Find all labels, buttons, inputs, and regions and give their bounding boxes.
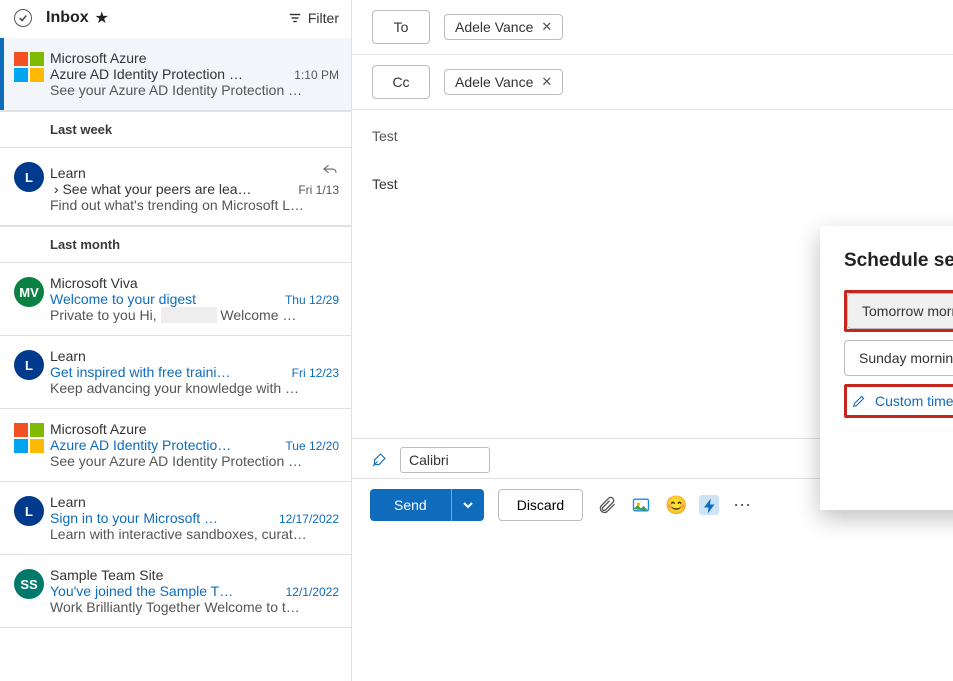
sender-name: Sample Team Site [50,567,339,583]
insert-picture-icon[interactable] [631,495,651,515]
sender-avatar [14,52,44,82]
recipient-name: Adele Vance [455,74,533,90]
recipient-chip[interactable]: Adele Vance ✕ [444,14,563,40]
message-item[interactable]: L Learn Get inspired with free traini… Fr… [0,336,351,409]
message-date: 1:10 PM [294,68,339,82]
message-preview: Find out what's trending on Microsoft L… [50,197,339,213]
section-last-week: Last week [0,111,351,148]
send-options-button[interactable] [451,489,484,521]
option-label: Sunday morning [859,350,953,366]
select-all-toggle[interactable] [14,9,32,27]
sender-name: Learn [50,494,339,510]
sender-name: Learn [50,165,321,181]
subject-field[interactable]: Test [352,110,953,150]
message-date: 12/17/2022 [279,512,339,526]
message-item[interactable]: L Learn › See what your peers are lea… Fr… [0,148,351,226]
message-item[interactable]: SS Sample Team Site You've joined the Sa… [0,555,351,628]
sender-name: Microsoft Viva [50,275,339,291]
message-body[interactable]: Test [352,150,953,218]
message-item[interactable]: MV Microsoft Viva Welcome to your digest… [0,263,351,336]
schedule-option-sunday[interactable]: Sunday morning Sun 8:00 AM [844,340,953,376]
sender-avatar: L [14,162,44,192]
replied-icon [321,160,339,178]
folder-name: Inbox [46,9,89,27]
message-subject: Azure AD Identity Protection … [50,66,286,82]
schedule-option-tomorrow[interactable]: Tomorrow morning Wed 8:00 AM [847,293,953,329]
message-preview: Learn with interactive sandboxes, curat… [50,526,339,542]
sender-avatar: SS [14,569,44,599]
sender-avatar: L [14,350,44,380]
message-preview: Work Brilliantly Together Welcome to t… [50,599,339,615]
message-item[interactable]: Microsoft Azure Azure AD Identity Protec… [0,38,351,111]
discard-button[interactable]: Discard [498,489,583,521]
message-item[interactable]: L Learn Sign in to your Microsoft … 12/17… [0,482,351,555]
message-date: Fri 1/13 [298,183,339,197]
message-date: 12/1/2022 [286,585,339,599]
quick-actions-icon[interactable] [699,495,719,515]
message-date: Fri 12/23 [292,366,339,380]
highlight-box: Tomorrow morning Wed 8:00 AM [844,290,953,332]
message-subject: › See what your peers are lea… [50,181,290,197]
more-actions-icon[interactable]: ⋯ [733,495,753,515]
sender-name: Microsoft Azure [50,421,339,437]
remove-chip-icon[interactable]: ✕ [541,74,552,90]
recipient-chip[interactable]: Adele Vance ✕ [444,69,563,95]
folder-header: Inbox ★ Filter [0,0,351,38]
message-subject: Get inspired with free traini… [50,364,284,380]
message-subject: Welcome to your digest [50,291,277,307]
selection-bar [0,38,4,110]
font-selector[interactable]: Calibri [400,447,490,473]
sender-avatar [14,423,44,453]
to-row: To Adele Vance ✕ [352,0,953,55]
message-preview: See your Azure AD Identity Protection … [50,453,339,469]
message-preview: See your Azure AD Identity Protection … [50,82,339,98]
sender-avatar: L [14,496,44,526]
message-item[interactable]: Microsoft Azure Azure AD Identity Protec… [0,409,351,482]
section-last-month: Last month [0,226,351,263]
favorite-star-icon[interactable]: ★ [95,8,109,28]
message-preview: Keep advancing your knowledge with … [50,380,339,396]
custom-time-label: Custom time [875,393,953,409]
message-subject: You've joined the Sample T… [50,583,278,599]
sender-name: Microsoft Azure [50,50,339,66]
custom-time-button[interactable]: Custom time [849,389,953,413]
recipient-name: Adele Vance [455,19,533,35]
cc-button[interactable]: Cc [372,65,430,99]
sender-name: Learn [50,348,339,364]
remove-chip-icon[interactable]: ✕ [541,19,552,35]
option-label: Tomorrow morning [862,303,953,319]
cc-row: Cc Adele Vance ✕ [352,55,953,110]
message-subject: Azure AD Identity Protectio… [50,437,277,453]
dialog-title: Schedule send [844,250,953,272]
message-subject: Sign in to your Microsoft … [50,510,271,526]
message-date: Tue 12/20 [285,439,339,453]
compose-pane: To Adele Vance ✕ Cc Adele Vance ✕ Test T… [352,0,953,681]
attach-icon[interactable] [597,495,617,515]
clear-formatting-icon[interactable] [370,451,388,469]
to-button[interactable]: To [372,10,430,44]
filter-label: Filter [308,10,339,26]
highlight-box: Custom time [844,384,953,418]
send-split-button: Send [370,489,484,521]
send-button[interactable]: Send [370,489,451,521]
filter-button[interactable]: Filter [288,10,339,26]
sender-avatar: MV [14,277,44,307]
message-date: Thu 12/29 [285,293,339,307]
schedule-send-dialog: Schedule send Tomorrow morning Wed 8:00 … [820,226,953,510]
message-list-pane: Inbox ★ Filter Microsoft Azure Azure AD … [0,0,352,681]
message-preview: Private to you Hi, xxxxxxxx Welcome … [50,307,339,323]
emoji-icon[interactable]: 😊 [665,495,685,515]
